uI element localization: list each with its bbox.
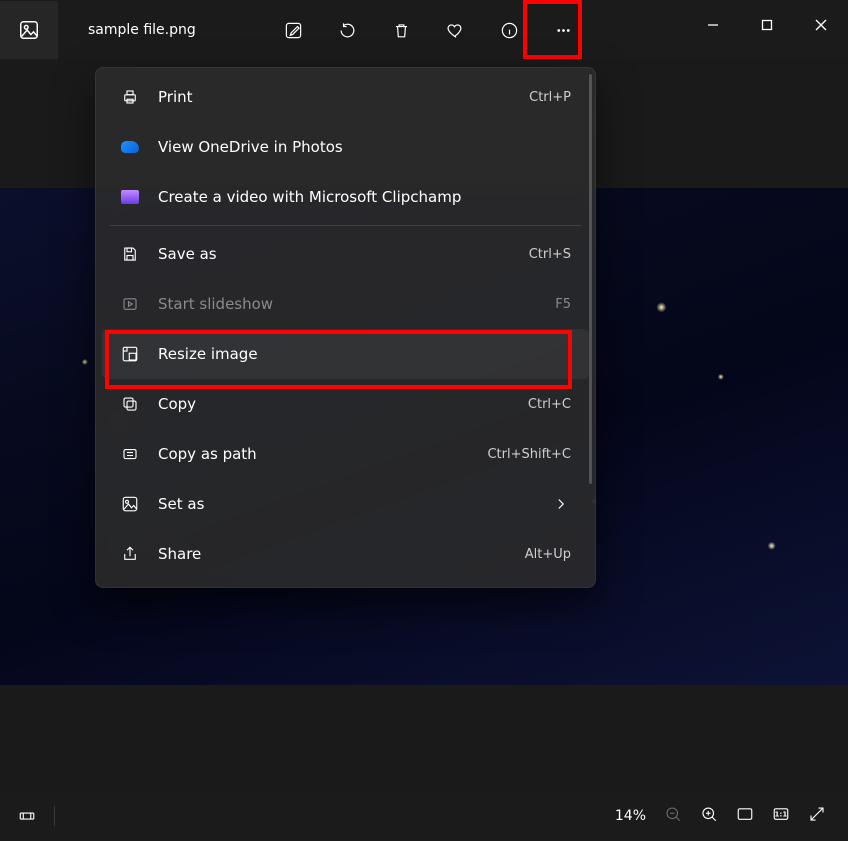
menu-item-label: View OneDrive in Photos (158, 138, 571, 156)
menu-item-shortcut: Ctrl+P (529, 90, 571, 105)
menu-item-shortcut: Alt+Up (525, 547, 571, 562)
menu-item-label: Copy as path (158, 445, 469, 463)
separator (54, 806, 55, 826)
minimize-button[interactable] (686, 0, 740, 50)
share-icon (120, 544, 140, 564)
zoom-in-button[interactable] (700, 805, 718, 827)
menu-item-label: Share (158, 545, 507, 563)
save-icon (120, 244, 140, 264)
edit-button[interactable] (278, 15, 308, 45)
file-name: sample file.png (88, 22, 196, 38)
info-button[interactable] (494, 15, 524, 45)
zoom-level: 14% (615, 808, 646, 824)
menu-item-print[interactable]: Print Ctrl+P (102, 72, 589, 122)
favorite-button[interactable] (440, 15, 470, 45)
maximize-button[interactable] (740, 0, 794, 50)
svg-text:1:1: 1:1 (775, 810, 788, 818)
menu-item-label: Save as (158, 245, 511, 263)
menu-item-label: Print (158, 88, 511, 106)
window-controls (686, 0, 848, 50)
resize-icon (120, 344, 140, 364)
menu-item-shortcut: Ctrl+C (528, 397, 571, 412)
titlebar: sample file.png (0, 0, 848, 60)
menu-separator (110, 225, 581, 226)
onedrive-icon (120, 137, 140, 157)
more-button-highlight (523, 0, 582, 59)
slideshow-icon (120, 294, 140, 314)
filmstrip-button[interactable] (0, 791, 54, 841)
menu-item-shortcut: Ctrl+Shift+C (487, 447, 571, 462)
set-as-icon (120, 494, 140, 514)
menu-item-onedrive[interactable]: View OneDrive in Photos (102, 122, 589, 172)
menu-item-label: Set as (158, 495, 533, 513)
clipchamp-icon (120, 187, 140, 207)
print-icon (120, 87, 140, 107)
menu-item-resize[interactable]: Resize image (102, 329, 589, 379)
menu-scrollbar[interactable] (589, 74, 592, 484)
menu-item-label: Create a video with Microsoft Clipchamp (158, 188, 571, 206)
menu-item-share[interactable]: Share Alt+Up (102, 529, 589, 579)
delete-button[interactable] (386, 15, 416, 45)
menu-item-copy-path[interactable]: Copy as path Ctrl+Shift+C (102, 429, 589, 479)
app-icon[interactable] (0, 1, 58, 59)
zoom-out-button[interactable] (664, 805, 682, 827)
copy-icon (120, 394, 140, 414)
menu-item-label: Resize image (158, 345, 571, 363)
more-menu: Print Ctrl+P View OneDrive in Photos Cre… (95, 67, 596, 588)
menu-item-save-as[interactable]: Save as Ctrl+S (102, 229, 589, 279)
menu-item-label: Start slideshow (158, 295, 537, 313)
bottom-bar: 14% 1:1 (0, 790, 848, 841)
menu-item-label: Copy (158, 395, 510, 413)
zoom-controls: 14% 1:1 (615, 805, 848, 827)
menu-item-shortcut: Ctrl+S (529, 247, 571, 262)
menu-item-shortcut: F5 (555, 297, 571, 312)
fit-screen-button[interactable] (736, 805, 754, 827)
copy-path-icon (120, 444, 140, 464)
chevron-right-icon (551, 494, 571, 514)
menu-item-copy[interactable]: Copy Ctrl+C (102, 379, 589, 429)
actual-size-button[interactable]: 1:1 (772, 805, 790, 827)
menu-item-clipchamp[interactable]: Create a video with Microsoft Clipchamp (102, 172, 589, 222)
rotate-button[interactable] (332, 15, 362, 45)
menu-item-slideshow: Start slideshow F5 (102, 279, 589, 329)
fullscreen-button[interactable] (808, 805, 826, 827)
close-button[interactable] (794, 0, 848, 50)
menu-item-set-as[interactable]: Set as (102, 479, 589, 529)
